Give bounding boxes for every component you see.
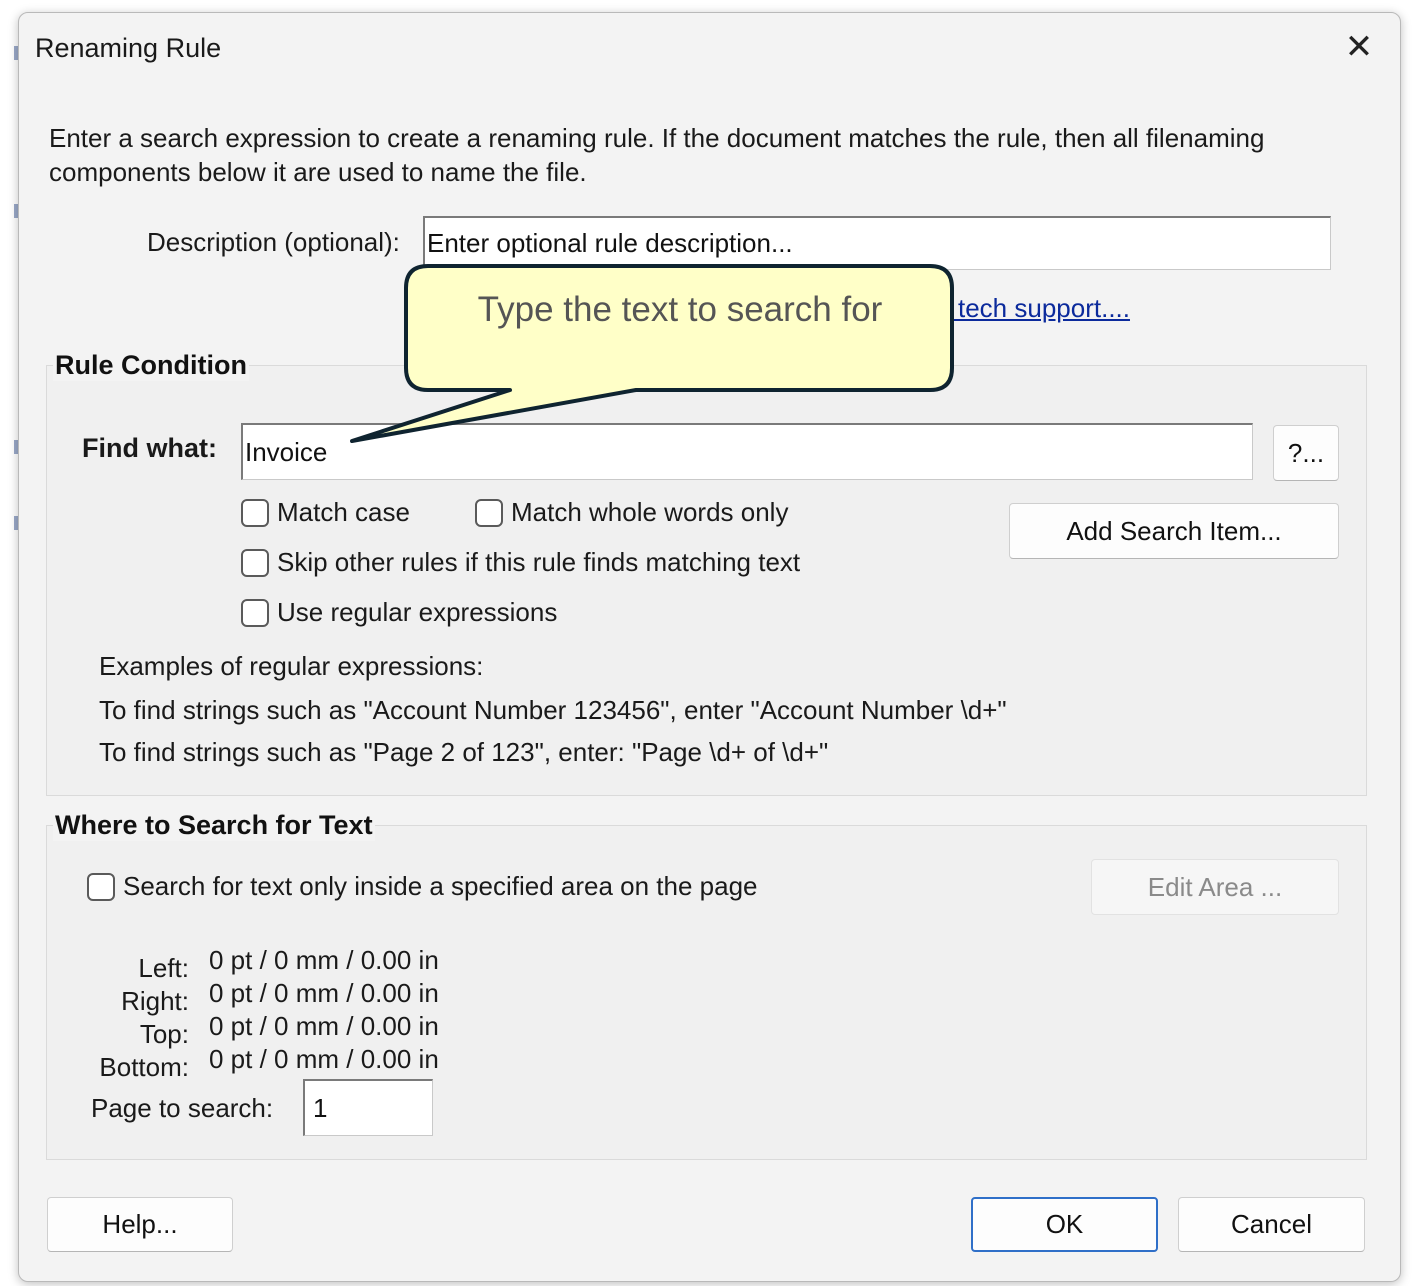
right-value: 0 pt / 0 mm / 0.00 in: [209, 978, 439, 1008]
match-whole-words-checkbox[interactable]: Match whole words only: [475, 497, 788, 528]
checkbox-box[interactable]: [241, 598, 269, 627]
callout-text: Type the text to search for: [477, 290, 883, 329]
title-bar: Renaming Rule ✕: [19, 13, 1400, 85]
match-whole-words-label: Match whole words only: [511, 497, 789, 527]
checkbox-box[interactable]: [475, 498, 503, 527]
checkbox-box[interactable]: [241, 498, 269, 527]
renaming-rule-dialog: Renaming Rule ✕ Enter a search expressio…: [18, 12, 1401, 1282]
tech-support-link[interactable]: l tech support....: [945, 293, 1130, 324]
page-to-search-input[interactable]: [303, 1079, 433, 1136]
close-icon[interactable]: ✕: [1339, 27, 1379, 67]
regex-help-button[interactable]: ?...: [1273, 425, 1339, 481]
checkbox-box[interactable]: [241, 548, 269, 577]
dialog-title: Renaming Rule: [35, 33, 222, 63]
description-label: Description (optional):: [147, 227, 400, 257]
example-page-number: To find strings such as "Page 2 of 123",…: [99, 737, 829, 767]
area-only-label: Search for text only inside a specified …: [123, 871, 758, 901]
help-button[interactable]: Help...: [47, 1197, 233, 1252]
edit-area-button[interactable]: Edit Area ...: [1091, 859, 1339, 915]
left-value: 0 pt / 0 mm / 0.00 in: [209, 945, 439, 975]
page-to-search-label: Page to search:: [91, 1093, 274, 1123]
rule-condition-title: Rule Condition: [53, 350, 249, 381]
intro-text: Enter a search expression to create a re…: [49, 123, 1265, 187]
checkbox-box[interactable]: [87, 872, 115, 901]
use-regex-checkbox[interactable]: Use regular expressions: [241, 597, 557, 628]
examples-heading: Examples of regular expressions:: [99, 651, 484, 681]
match-case-label: Match case: [277, 497, 410, 527]
where-to-search-title: Where to Search for Text: [53, 810, 375, 841]
area-only-checkbox[interactable]: Search for text only inside a specified …: [87, 871, 758, 902]
add-search-item-button[interactable]: Add Search Item...: [1009, 503, 1339, 559]
description-input[interactable]: [423, 216, 1331, 270]
match-case-checkbox[interactable]: Match case: [241, 497, 410, 528]
top-value: 0 pt / 0 mm / 0.00 in: [209, 1011, 439, 1041]
top-label: Top:: [139, 1019, 189, 1049]
use-regex-label: Use regular expressions: [277, 597, 558, 627]
find-what-label: Find what:: [82, 433, 217, 463]
bottom-label: Bottom:: [99, 1052, 189, 1082]
ok-button[interactable]: OK: [971, 1197, 1158, 1252]
skip-other-rules-label: Skip other rules if this rule finds matc…: [277, 547, 801, 577]
left-label: Left:: [138, 953, 189, 983]
example-account-number: To find strings such as "Account Number …: [99, 695, 1007, 725]
skip-other-rules-checkbox[interactable]: Skip other rules if this rule finds matc…: [241, 547, 800, 578]
right-label: Right:: [121, 986, 189, 1016]
cancel-button[interactable]: Cancel: [1178, 1197, 1365, 1252]
bottom-value: 0 pt / 0 mm / 0.00 in: [209, 1044, 439, 1074]
find-what-input[interactable]: [241, 423, 1253, 480]
background-window-edge: [0, 0, 18, 1286]
